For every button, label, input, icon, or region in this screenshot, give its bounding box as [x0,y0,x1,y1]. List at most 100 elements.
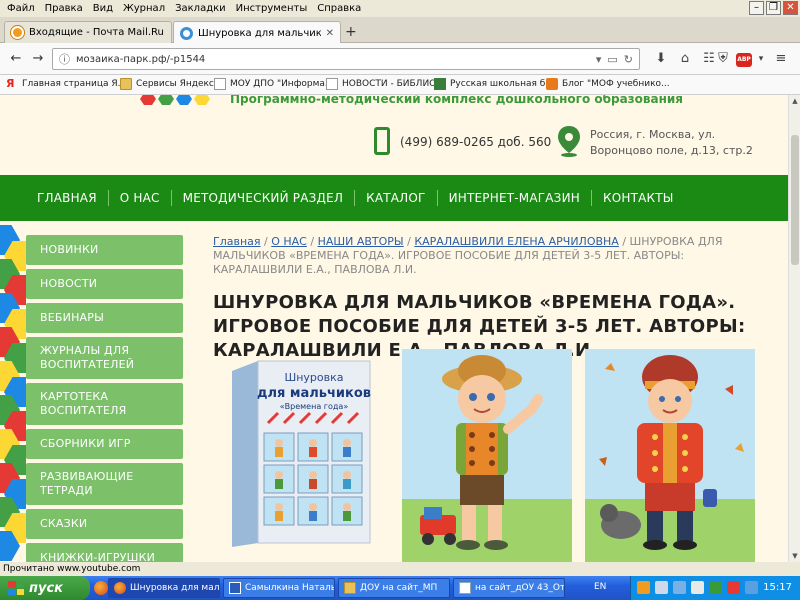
nav-contacts[interactable]: КОНТАКТЫ [592,191,685,205]
tray-safe-remove-icon[interactable] [745,581,758,594]
tray-monitor-icon[interactable] [655,581,668,594]
task-label: на сайт_дОУ 43_От... [475,583,565,593]
bookmark-label: НОВОСТИ - БИБЛИО... [342,79,445,89]
sidebar-item-fairy-tales[interactable]: СКАЗКИ [26,509,183,539]
page-icon [326,78,338,90]
breadcrumb-about[interactable]: О НАС [271,235,307,248]
adblock-icon[interactable]: ABP [736,53,752,67]
nav-catalog[interactable]: КАТАЛОГ [355,191,436,205]
windows-flag-icon [8,581,24,595]
yandex-icon: Я [6,77,15,90]
back-button[interactable]: ← [6,49,26,69]
address-bar[interactable]: ⓘ мозаика-парк.рф/-p1544 ▾ ▭ ↻ [52,48,640,70]
menu-help[interactable]: Справка [312,3,366,14]
library-icon [434,78,446,90]
bookmark-yandex[interactable]: Я Главная страница Я... [6,78,126,90]
box-title-line3: «Времена года» [280,402,349,411]
breadcrumb-authors[interactable]: НАШИ АВТОРЫ [318,235,404,248]
task-word-document[interactable]: Самылкина Наталья... [223,578,335,598]
bookmark-russian-school-library[interactable]: Русская школьная б... [434,78,554,90]
autumn-boy-image[interactable] [585,349,755,562]
tray-app-icon[interactable] [637,581,650,594]
nav-about[interactable]: О НАС [109,191,171,205]
tab-strip: Входящие - Почта Mail.Ru Шнуровка для ма… [0,17,800,44]
scroll-thumb[interactable] [791,135,799,265]
tab-mail[interactable]: Входящие - Почта Mail.Ru [4,21,172,43]
menu-bookmarks[interactable]: Закладки [170,3,231,14]
sidebar-menu: НОВИНКИ НОВОСТИ ВЕБИНАРЫ ЖУРНАЛЫ ДЛЯ ВОС… [26,235,183,562]
info-icon[interactable]: ⓘ [59,51,70,67]
task-folder-dou[interactable]: ДОУ на сайт_МП [338,578,450,598]
menu-file[interactable]: Файл [2,3,40,14]
menu-view[interactable]: Вид [88,3,118,14]
main-navigation: ГЛАВНАЯ О НАС МЕТОДИЧЕСКИЙ РАЗДЕЛ КАТАЛО… [0,175,788,221]
firefox-quicklaunch-icon[interactable] [94,581,108,595]
breadcrumb-separator: / [403,235,415,248]
menu-tools[interactable]: Инструменты [231,3,313,14]
sidebar-item-webinars[interactable]: ВЕБИНАРЫ [26,303,183,333]
scroll-down-icon[interactable]: ▼ [789,550,800,562]
menu-bar: Файл Правка Вид Журнал Закладки Инструме… [0,0,800,17]
download-icon[interactable]: ⬇ [652,49,670,69]
sidebar-item-card-index[interactable]: КАРТОТЕКА ВОСПИТАТЕЛЯ [26,383,183,425]
task-folder-site[interactable]: на сайт_дОУ 43_От... [453,578,565,598]
sidebar-item-news[interactable]: НОВОСТИ [26,269,183,299]
tab-title: Входящие - Почта Mail.Ru [29,27,164,38]
sidebar-item-game-collections[interactable]: СБОРНИКИ ИГР [26,429,183,459]
reader-view-icon[interactable]: ▭ [607,53,617,66]
phone-icon [374,127,390,155]
breadcrumb-author-page[interactable]: КАРАЛАШВИЛИ ЕЛЕНА АРЧИЛОВНА [414,235,619,248]
close-tab-icon[interactable]: ✕ [326,28,334,39]
sidebar-item-journals[interactable]: ЖУРНАЛЫ ДЛЯ ВОСПИТАТЕЛЕЙ [26,337,183,379]
start-label: пуск [29,580,63,596]
adblock-menu-icon[interactable]: ▾ [752,49,770,69]
language-indicator[interactable]: EN [594,582,606,592]
tray-update-icon[interactable] [727,581,740,594]
page-icon [214,78,226,90]
nav-home[interactable]: ГЛАВНАЯ [26,191,108,205]
menu-history[interactable]: Журнал [118,3,170,14]
location-pin-icon [558,126,580,157]
folder-icon [120,78,132,90]
nav-online-shop[interactable]: ИНТЕРНЕТ-МАГАЗИН [438,191,591,205]
sidebar-item-new[interactable]: НОВИНКИ [26,235,183,265]
tray-security-icon[interactable] [709,581,722,594]
firefox-icon [114,582,126,594]
bookmark-news-library[interactable]: НОВОСТИ - БИБЛИО... [326,78,445,90]
menu-edit[interactable]: Правка [40,3,88,14]
phone-number[interactable]: (499) 689-0265 доб. 560 [400,135,551,149]
minimize-button[interactable]: – [749,1,764,15]
page-scrollbar[interactable]: ▲ ▼ [788,95,800,562]
maximize-button[interactable]: ❐ [766,1,781,15]
tab-product-page[interactable]: Шнуровка для мальчиков «... ✕ [173,21,341,44]
sidebar-item-toy-books[interactable]: КНИЖКИ-ИГРУШКИ [26,543,183,562]
dropdown-arrow-icon[interactable]: ▾ [596,53,602,66]
sidebar-item-workbooks[interactable]: РАЗВИВАЮЩИЕ ТЕТРАДИ [26,463,183,505]
site-logo[interactable] [140,95,210,105]
nav-methodology[interactable]: МЕТОДИЧЕСКИЙ РАЗДЕЛ [172,191,354,205]
bookmark-label: Главная страница Я... [22,79,127,89]
clock[interactable]: 15:17 [763,582,792,593]
hamburger-menu-icon[interactable]: ≡ [772,49,790,69]
bookmarks-bar: Я Главная страница Я... Сервисы Яндекса … [0,75,800,95]
site-tagline: Программно-методический комплекс дошколь… [230,95,683,106]
word-icon [229,582,241,594]
breadcrumb-separator: / [260,235,272,248]
new-tab-button[interactable]: + [345,24,357,40]
forward-button[interactable]: → [28,49,48,69]
breadcrumb-home[interactable]: Главная [213,235,261,248]
close-window-button[interactable]: ✕ [783,1,798,15]
product-box-image[interactable]: Шнуровка для мальчиков «Времена года» [224,357,374,547]
task-firefox[interactable]: Шнуровка для мальч... [108,578,220,598]
home-icon[interactable]: ⌂ [676,49,694,69]
bookmark-yandex-services[interactable]: Сервисы Яндекса [120,78,219,90]
tray-network-icon[interactable] [673,581,686,594]
start-button[interactable]: пуск [0,576,90,600]
scroll-up-icon[interactable]: ▲ [789,95,800,107]
bookmark-mou-dpo[interactable]: МОУ ДПО "Информа... [214,78,334,90]
bookmark-mof-blog[interactable]: Блог "МОФ учебнико... [546,78,670,90]
reload-icon[interactable]: ↻ [624,53,633,66]
shield-icon[interactable]: ⛨ [714,49,732,69]
summer-boy-image[interactable] [402,349,572,562]
tray-volume-icon[interactable] [691,581,704,594]
